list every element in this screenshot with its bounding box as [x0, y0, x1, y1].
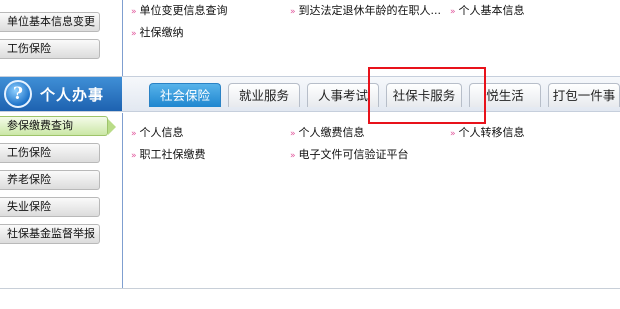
- link-personal-info[interactable]: » 个人信息: [131, 124, 184, 140]
- arrow-icon: »: [290, 151, 296, 161]
- bottom-divider: [0, 288, 620, 289]
- divider-main: [122, 113, 123, 288]
- sidebar-item-label: 单位基本信息变更: [7, 15, 95, 28]
- link-personal-transfer-info[interactable]: » 个人转移信息: [450, 124, 525, 140]
- divider-top: [122, 0, 123, 76]
- sidebar-item-label: 养老保险: [7, 173, 51, 186]
- link-social-security-payment[interactable]: » 社保缴纳: [131, 24, 184, 40]
- sidebar-item-injury-insurance-top[interactable]: 工伤保险: [0, 39, 100, 59]
- highlight-box: [368, 67, 486, 124]
- link-personal-payment-info[interactable]: » 个人缴费信息: [290, 124, 365, 140]
- arrow-icon: »: [450, 7, 456, 17]
- sidebar-item-unemployment-insurance[interactable]: 失业保险: [0, 197, 100, 217]
- sidebar-item-pension-insurance[interactable]: 养老保险: [0, 170, 100, 190]
- tab-employment-service[interactable]: 就业服务: [228, 83, 300, 107]
- arrow-icon: »: [131, 151, 137, 161]
- arrow-icon: »: [131, 129, 137, 139]
- sidebar-item-label: 社保基金监督举报: [7, 227, 95, 240]
- section-title: 个人办事: [40, 86, 105, 104]
- arrow-icon: »: [290, 7, 296, 17]
- sidebar-item-label: 工伤保险: [7, 42, 51, 55]
- link-retirement-age-staff[interactable]: » 到达法定退休年龄的在职人...: [290, 2, 441, 18]
- tab-social-insurance[interactable]: 社会保险: [149, 83, 221, 107]
- arrow-icon: »: [450, 129, 456, 139]
- arrow-icon: »: [290, 129, 296, 139]
- sidebar-item-label: 工伤保险: [7, 146, 51, 159]
- sidebar-item-label: 参保缴费查询: [7, 119, 73, 132]
- sidebar-item-injury-insurance[interactable]: 工伤保险: [0, 143, 100, 163]
- sidebar-item-contribution-query[interactable]: 参保缴费查询: [0, 116, 116, 136]
- section-title-area: ? 个人办事: [0, 77, 122, 111]
- previous-section-sidebar: 单位基本信息变更 工伤保险: [0, 0, 122, 72]
- sidebar-item-fund-supervision-report[interactable]: 社保基金监督举报: [0, 224, 100, 244]
- tab-package-one-thing[interactable]: 打包一件事: [548, 83, 620, 107]
- link-e-document-verification[interactable]: » 电子文件可信验证平台: [290, 146, 409, 162]
- link-company-change-query[interactable]: » 单位变更信息查询: [131, 2, 228, 18]
- sidebar-item-label: 失业保险: [7, 200, 51, 213]
- section-header: ? 个人办事 社会保险 就业服务 人事考试 社保卡服务 悦生活 打包一件事: [0, 76, 620, 112]
- link-personal-basic-info[interactable]: » 个人基本信息: [450, 2, 525, 18]
- arrow-icon: »: [131, 29, 137, 39]
- sidebar-item-company-info-change[interactable]: 单位基本信息变更: [0, 12, 100, 32]
- help-icon[interactable]: ?: [4, 80, 32, 108]
- arrow-icon: »: [131, 7, 137, 17]
- link-employee-payment[interactable]: » 职工社保缴费: [131, 146, 206, 162]
